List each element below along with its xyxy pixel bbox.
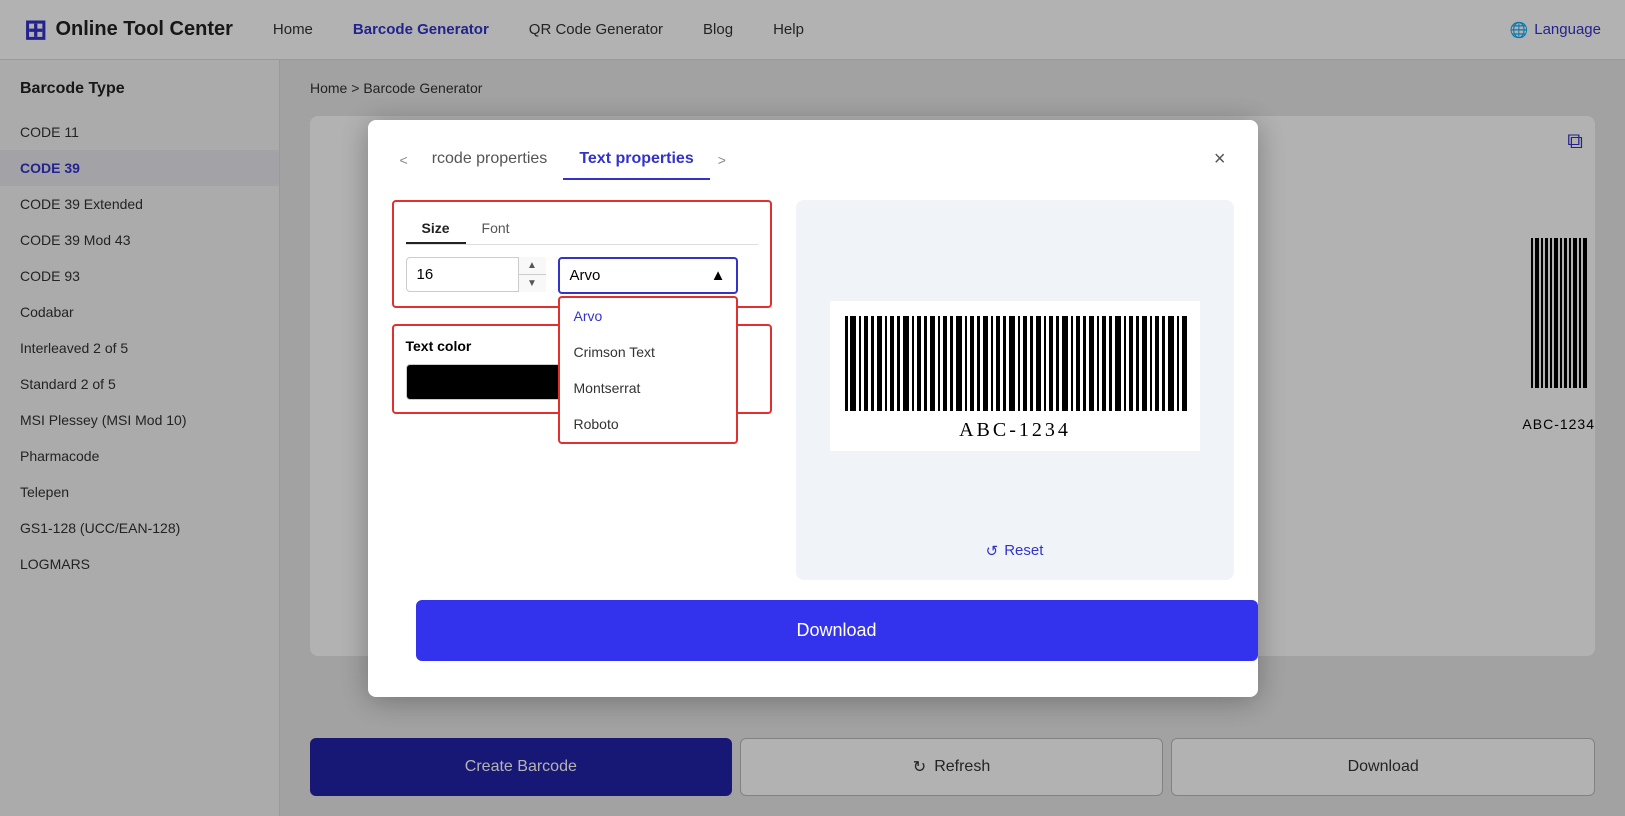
font-dropdown[interactable]: Arvo ▲ Arvo Crimson Text Montserrat Robo… (558, 257, 738, 294)
tab-prev-arrow[interactable]: < (392, 152, 416, 168)
font-dropdown-button[interactable]: Arvo ▲ (558, 257, 738, 294)
modal-barcode-svg: ABC-1234 (840, 311, 1190, 441)
modal-footer: Download (368, 600, 1258, 697)
tab-barcode-properties[interactable]: rcode properties (416, 140, 564, 180)
size-font-section: Size Font ▲ ▼ (392, 200, 772, 308)
modal-header: < rcode properties Text properties > × (368, 120, 1258, 180)
overlay[interactable]: < rcode properties Text properties > × S… (0, 0, 1625, 816)
svg-text:ABC-1234: ABC-1234 (959, 419, 1071, 441)
font-dropdown-menu: Arvo Crimson Text Montserrat Roboto (558, 296, 738, 444)
modal-download-button[interactable]: Download (416, 600, 1258, 661)
inner-tabs: Size Font (406, 214, 758, 245)
modal-right-panel: ABC-1234 ↺ Reset (796, 200, 1234, 580)
size-up-button[interactable]: ▲ (519, 257, 546, 275)
modal-left-panel: Size Font ▲ ▼ (392, 200, 772, 580)
barcode-preview-container: ABC-1234 (830, 301, 1200, 451)
reset-button[interactable]: ↺ Reset (986, 542, 1044, 560)
modal-barcode-preview: ABC-1234 (816, 230, 1214, 522)
reset-label: Reset (1004, 542, 1043, 559)
close-button[interactable]: × (1206, 144, 1234, 175)
font-option-crimson[interactable]: Crimson Text (560, 334, 736, 370)
font-option-montserrat[interactable]: Montserrat (560, 370, 736, 406)
font-selected-label: Arvo (570, 267, 601, 284)
inner-tab-size[interactable]: Size (406, 214, 466, 244)
modal-body: Size Font ▲ ▼ (368, 180, 1258, 600)
size-down-button[interactable]: ▼ (519, 275, 546, 292)
font-option-arvo[interactable]: Arvo (560, 298, 736, 334)
reset-icon: ↺ (986, 542, 999, 560)
font-option-roboto[interactable]: Roboto (560, 406, 736, 442)
tab-text-properties[interactable]: Text properties (563, 140, 709, 180)
chevron-up-icon: ▲ (711, 267, 726, 284)
modal: < rcode properties Text properties > × S… (368, 120, 1258, 697)
inner-tab-font[interactable]: Font (466, 214, 526, 244)
tab-next-arrow[interactable]: > (710, 152, 734, 168)
